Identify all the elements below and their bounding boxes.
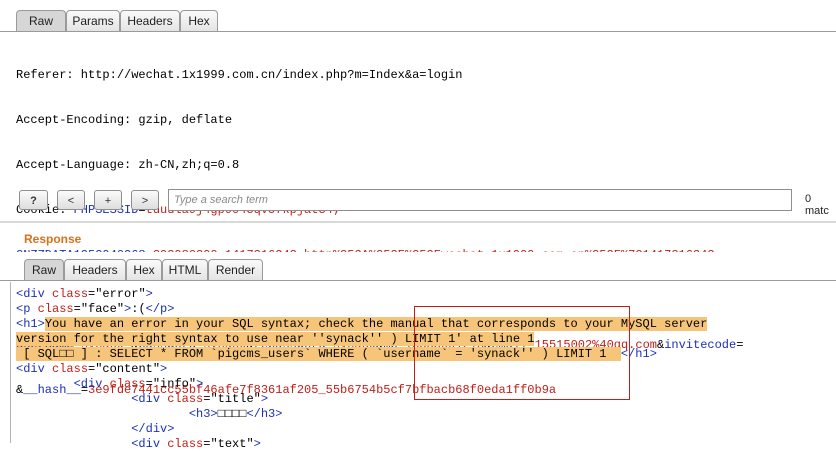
code-token: class xyxy=(167,392,204,406)
code-token: class xyxy=(167,437,204,451)
code-token: class xyxy=(52,362,89,376)
panel-divider[interactable] xyxy=(0,221,836,223)
response-heading: Response xyxy=(24,232,82,246)
add-button[interactable]: + xyxy=(94,190,122,210)
response-tab-render[interactable]: Render xyxy=(208,259,263,280)
code-token: class xyxy=(52,287,89,301)
code-token: "text" xyxy=(210,437,254,451)
accept-encoding-header-line: Accept-Encoding: gzip, deflate xyxy=(16,113,233,127)
code-token: <div xyxy=(16,437,168,451)
code-token: > xyxy=(253,437,261,451)
next-match-button[interactable]: > xyxy=(131,190,159,210)
request-tab-bar: Raw Params Headers Hex xyxy=(0,0,836,32)
request-search-toolbar: ? < + > Type a search term 0 matc xyxy=(0,188,836,217)
request-tab-raw[interactable]: Raw xyxy=(16,10,66,31)
request-tab-params[interactable]: Params xyxy=(66,10,120,31)
code-token: "info" xyxy=(152,377,197,391)
response-left-border xyxy=(10,282,11,443)
code-token: = xyxy=(145,377,153,391)
help-button[interactable]: ? xyxy=(19,190,48,210)
search-input[interactable]: Type a search term xyxy=(168,189,792,211)
code-token: = xyxy=(73,302,81,316)
response-line: </div> xyxy=(16,422,836,437)
code-token: class xyxy=(37,302,74,316)
referer-header-line: Referer: http://wechat.1x1999.com.cn/ind… xyxy=(16,68,463,82)
code-token: "face" xyxy=(80,302,125,316)
code-token: class xyxy=(109,377,146,391)
code-token: "error" xyxy=(95,287,146,301)
response-tab-hex[interactable]: Hex xyxy=(126,259,162,280)
response-line: <div class="error"> xyxy=(16,287,836,302)
code-token: <h1> xyxy=(16,317,45,331)
previous-match-button[interactable]: < xyxy=(57,190,85,210)
response-line: <h3>□□□□</h3> xyxy=(16,407,836,422)
code-token: <p xyxy=(16,302,38,316)
code-token: □□□□ xyxy=(217,407,247,421)
response-tab-html[interactable]: HTML xyxy=(162,259,208,280)
code-token: </p> xyxy=(145,302,175,316)
code-token: :( xyxy=(131,302,146,316)
code-token: <div xyxy=(16,377,110,391)
response-tab-bar: Raw Headers Hex HTML Render xyxy=(0,252,836,284)
request-tab-underline xyxy=(0,31,836,32)
accept-language-header-line: Accept-Language: zh-CN,zh;q=0.8 xyxy=(16,158,240,172)
code-token: "title" xyxy=(210,392,261,406)
code-token: </h3> xyxy=(246,407,283,421)
code-token: > xyxy=(260,392,269,406)
code-token: > xyxy=(196,377,204,391)
match-count: 0 matc xyxy=(805,193,829,217)
code-token: </div> xyxy=(16,422,175,436)
response-tab-headers[interactable]: Headers xyxy=(64,259,126,280)
code-token: "content" xyxy=(95,362,161,376)
request-tab-hex[interactable]: Hex xyxy=(180,10,218,31)
code-token: <h3> xyxy=(16,407,218,421)
request-tab-headers[interactable]: Headers xyxy=(120,10,180,31)
response-tab-raw[interactable]: Raw xyxy=(24,259,64,280)
code-token: <div xyxy=(16,287,53,301)
code-token: > xyxy=(145,287,153,301)
annotation-box xyxy=(414,306,630,400)
code-token: <div xyxy=(16,362,53,376)
code-token: <div xyxy=(16,392,168,406)
response-line: <div class="text"> xyxy=(16,437,836,452)
code-token: > xyxy=(160,362,168,376)
response-tab-underline xyxy=(0,280,836,281)
